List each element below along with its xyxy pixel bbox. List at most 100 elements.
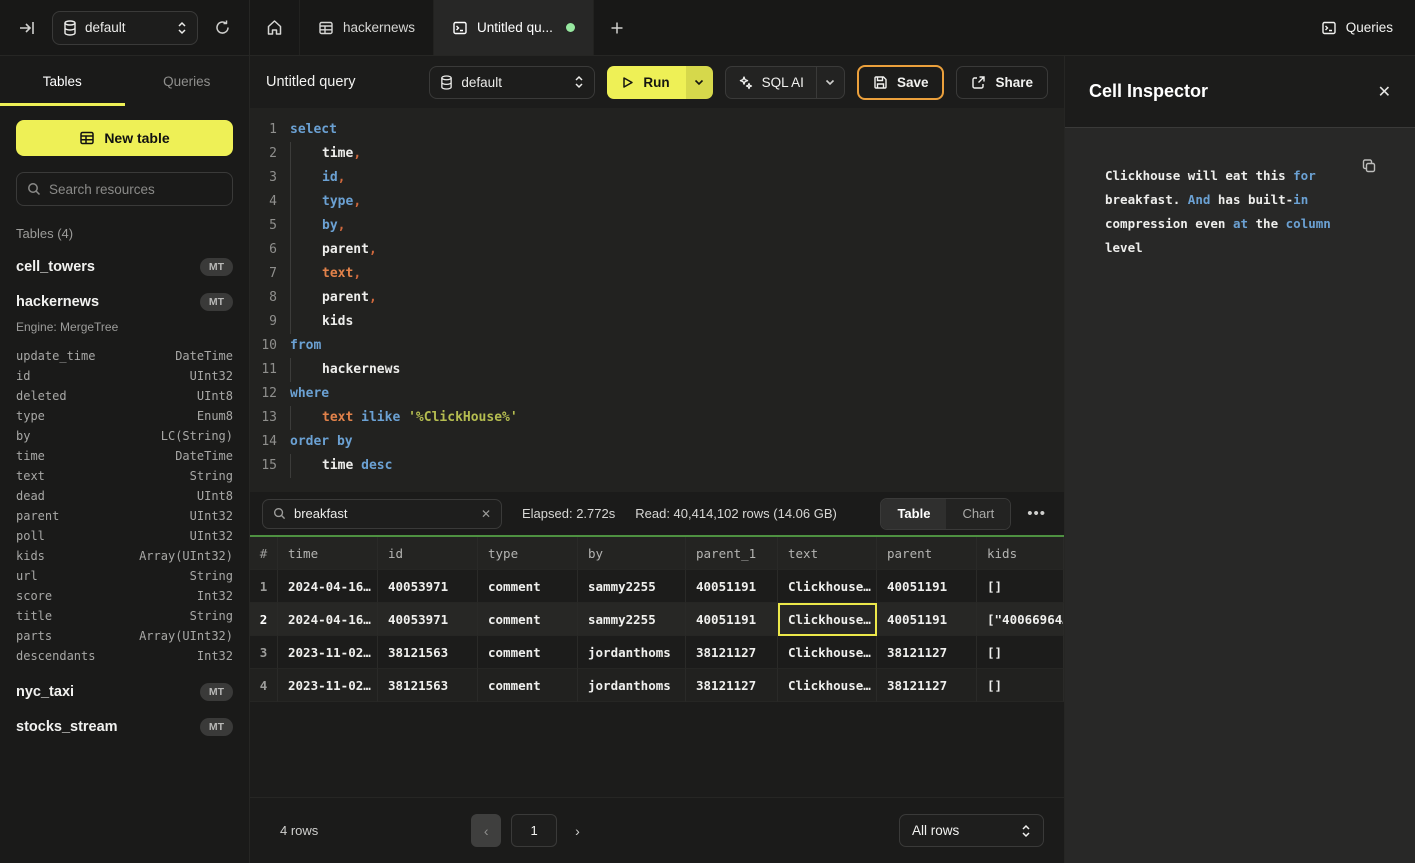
table-cell[interactable]: 38121563 [378, 636, 478, 669]
prev-page-button[interactable]: ‹ [471, 814, 501, 847]
copy-cell-button[interactable] [1361, 158, 1377, 174]
column-header[interactable]: parent_1 [686, 537, 778, 570]
sql-ai-button[interactable]: SQL AI [725, 66, 845, 99]
column-row: parentUInt32 [16, 506, 233, 526]
editor-line[interactable]: 14order by [250, 430, 1064, 454]
run-button[interactable]: Run [607, 66, 712, 99]
table-cell[interactable]: 40051191 [877, 603, 977, 636]
table-cell[interactable]: Clickhouse… [778, 570, 877, 603]
column-header[interactable]: id [378, 537, 478, 570]
run-button-main[interactable]: Run [607, 66, 685, 99]
table-cell[interactable]: 40051191 [686, 570, 778, 603]
table-cell[interactable]: 2023-11-02… [278, 636, 378, 669]
line-number: 9 [250, 310, 290, 334]
editor-line[interactable]: 5by, [250, 214, 1064, 238]
sidebar-item-cell-towers[interactable]: cell_towers MT [16, 258, 233, 276]
clear-search-button[interactable]: ✕ [481, 507, 491, 521]
table-cell[interactable]: Clickhouse… [778, 669, 877, 702]
cell-text: breakfast. [1105, 192, 1188, 207]
sidebar-item-hackernews[interactable]: hackernews MT [16, 293, 233, 311]
column-name: dead [16, 486, 45, 506]
table-cell[interactable]: 40051191 [877, 570, 977, 603]
column-header[interactable]: # [250, 537, 278, 570]
column-header[interactable]: by [578, 537, 686, 570]
table-cell[interactable]: 2024-04-16… [278, 570, 378, 603]
new-tab-button[interactable] [594, 0, 640, 55]
table-cell[interactable]: 2023-11-02… [278, 669, 378, 702]
next-page-button[interactable]: › [567, 819, 588, 843]
tab-home[interactable] [250, 0, 300, 55]
sql-ai-caret[interactable] [816, 67, 844, 98]
table-cell[interactable]: comment [478, 570, 578, 603]
editor-line[interactable]: 6parent, [250, 238, 1064, 262]
share-button[interactable]: Share [956, 66, 1048, 99]
table-cell[interactable]: [] [977, 570, 1064, 603]
editor-line[interactable]: 2time, [250, 142, 1064, 166]
topbar-database-selector[interactable]: default [52, 11, 198, 45]
sql-editor[interactable]: 1select2time,3id,4type,5by,6parent,7text… [250, 108, 1064, 492]
editor-line[interactable]: 9kids [250, 310, 1064, 334]
table-cell[interactable]: comment [478, 669, 578, 702]
page-size-selector[interactable]: All rows [899, 814, 1044, 847]
editor-line[interactable]: 1select [250, 118, 1064, 142]
sql-ai-button-main[interactable]: SQL AI [726, 67, 816, 98]
table-cell[interactable]: 2024-04-16… [278, 603, 378, 636]
table-cell[interactable]: comment [478, 636, 578, 669]
sidebar-tab-queries[interactable]: Queries [125, 56, 250, 106]
editor-line[interactable]: 4type, [250, 190, 1064, 214]
table-cell[interactable]: comment [478, 603, 578, 636]
view-toggle-table[interactable]: Table [881, 499, 946, 529]
tab-hackernews[interactable]: hackernews [300, 0, 434, 55]
sidebar-item-nyc-taxi[interactable]: nyc_taxi MT [16, 683, 233, 701]
save-button[interactable]: Save [857, 65, 945, 100]
editor-line[interactable]: 10from [250, 334, 1064, 358]
editor-line[interactable]: 7text, [250, 262, 1064, 286]
table-cell[interactable]: Clickhouse… [778, 636, 877, 669]
sidebar-tab-tables[interactable]: Tables [0, 56, 125, 106]
table-cell[interactable]: jordanthoms [578, 636, 686, 669]
table-cell[interactable]: 38121127 [686, 636, 778, 669]
column-header[interactable]: type [478, 537, 578, 570]
table-cell[interactable]: sammy2255 [578, 603, 686, 636]
editor-line[interactable]: 3id, [250, 166, 1064, 190]
line-content: by, [290, 214, 345, 238]
new-table-button[interactable]: New table [16, 120, 233, 156]
query-database-selector[interactable]: default [429, 66, 595, 99]
collapse-sidebar-button[interactable] [14, 15, 40, 41]
editor-line[interactable]: 12where [250, 382, 1064, 406]
table-cell[interactable]: 38121127 [686, 669, 778, 702]
table-row: 12024-04-16…40053971commentsammy22554005… [250, 570, 1064, 603]
refresh-button[interactable] [210, 15, 235, 40]
table-cell[interactable]: ["40066964… [977, 603, 1064, 636]
table-cell[interactable]: 38121127 [877, 669, 977, 702]
table-cell[interactable]: [] [977, 669, 1064, 702]
column-header[interactable]: parent [877, 537, 977, 570]
view-toggle-chart[interactable]: Chart [946, 499, 1010, 529]
table-cell[interactable]: 40053971 [378, 570, 478, 603]
table-cell[interactable]: 40053971 [378, 603, 478, 636]
page-number-input[interactable] [511, 814, 557, 847]
search-resources-input[interactable] [49, 182, 222, 197]
table-cell[interactable]: jordanthoms [578, 669, 686, 702]
column-header[interactable]: time [278, 537, 378, 570]
sidebar-item-stocks-stream[interactable]: stocks_stream MT [16, 718, 233, 736]
table-cell[interactable]: sammy2255 [578, 570, 686, 603]
queries-button[interactable]: Queries [1321, 20, 1393, 36]
more-options-button[interactable]: ••• [1021, 501, 1052, 526]
results-search-input[interactable] [294, 506, 473, 521]
table-cell[interactable]: [] [977, 636, 1064, 669]
column-type: Array(UInt32) [139, 546, 233, 566]
table-cell[interactable]: Clickhouse… [778, 603, 877, 636]
run-options-caret[interactable] [686, 66, 713, 99]
editor-line[interactable]: 8parent, [250, 286, 1064, 310]
table-cell[interactable]: 38121563 [378, 669, 478, 702]
column-header[interactable]: kids [977, 537, 1064, 570]
editor-line[interactable]: 11hackernews [250, 358, 1064, 382]
editor-line[interactable]: 15time desc [250, 454, 1064, 478]
table-cell[interactable]: 40051191 [686, 603, 778, 636]
column-header[interactable]: text [778, 537, 877, 570]
table-cell[interactable]: 38121127 [877, 636, 977, 669]
editor-line[interactable]: 13text ilike '%ClickHouse%' [250, 406, 1064, 430]
close-inspector-button[interactable]: ✕ [1378, 82, 1391, 102]
tab-untitled-query[interactable]: Untitled qu... [434, 0, 594, 55]
